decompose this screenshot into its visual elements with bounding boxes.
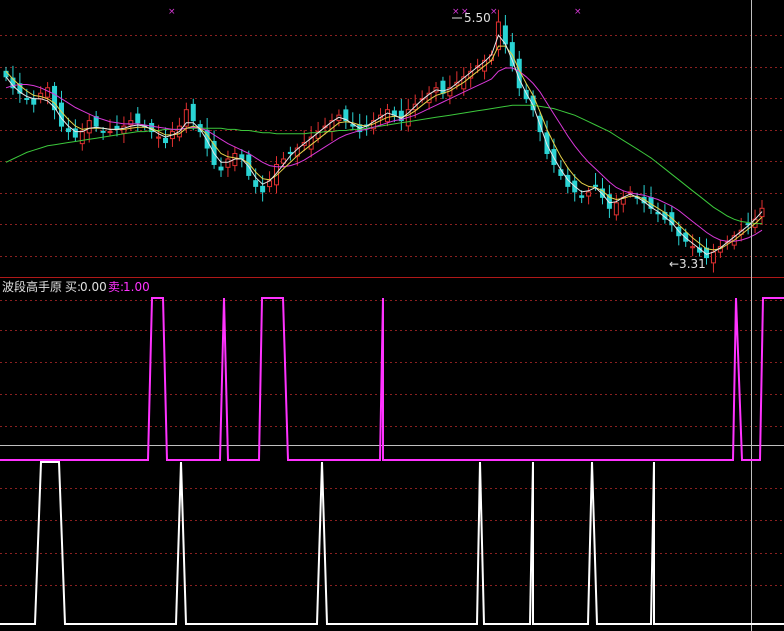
low-price-label: ←3.31 <box>669 257 706 271</box>
candle-body <box>183 109 189 127</box>
x-marker: × <box>452 7 460 17</box>
sell-value: 1.00 <box>123 280 150 294</box>
buy-value: 0.00 <box>80 280 107 294</box>
candle-body <box>218 166 224 171</box>
candle-body <box>287 151 293 155</box>
x-marker: × <box>574 7 582 17</box>
candlestick-series <box>3 9 765 273</box>
candle-body <box>260 185 266 193</box>
x-marker: × <box>490 7 498 17</box>
candle-body <box>100 130 106 133</box>
candle-body <box>156 136 162 139</box>
sell-signal-line <box>0 297 784 461</box>
buy-label: 买: <box>65 280 81 294</box>
candle-body <box>384 109 390 123</box>
candle-body <box>523 89 529 100</box>
signal-lines <box>0 297 784 625</box>
candle-body <box>253 180 259 187</box>
candle-body <box>79 131 85 145</box>
ma-magenta-line <box>5 67 763 242</box>
candle-body <box>65 128 71 133</box>
candle-body <box>690 246 696 249</box>
candle-body <box>593 184 599 187</box>
ma-yellow-line <box>5 45 763 251</box>
x-marker: × <box>168 7 176 17</box>
candle-body <box>86 120 92 134</box>
top-markers: × × × × × <box>168 7 582 19</box>
candle-body <box>586 191 592 197</box>
sell-label: 卖: <box>108 280 124 294</box>
candle-body <box>613 202 619 216</box>
candle-body <box>163 137 169 144</box>
candle-body <box>107 131 113 134</box>
candle-body <box>24 97 30 100</box>
candle-body <box>225 158 231 168</box>
candle-body <box>190 103 196 122</box>
grid-lines <box>0 35 784 586</box>
buy-signal-line <box>0 461 784 625</box>
indicator-name: 波段高手原 <box>2 279 62 294</box>
candle-body <box>710 251 716 264</box>
candle-body <box>31 98 37 105</box>
candle-body <box>135 113 141 124</box>
chart-canvas[interactable]: × × × × × 5.50 ←3.31 波段高手原 买: 0.00 卖: 1.00 <box>0 0 784 631</box>
candle-body <box>579 195 585 198</box>
ma-white-line <box>5 34 763 255</box>
high-price-label: 5.50 <box>464 11 491 25</box>
candle-body <box>58 102 64 127</box>
candle-body <box>502 25 508 45</box>
candle-body <box>45 87 51 98</box>
stock-chart-window: × × × × × 5.50 ←3.31 波段高手原 买: 0.00 卖: 1.00 <box>0 0 784 631</box>
moving-average-lines <box>5 34 763 255</box>
